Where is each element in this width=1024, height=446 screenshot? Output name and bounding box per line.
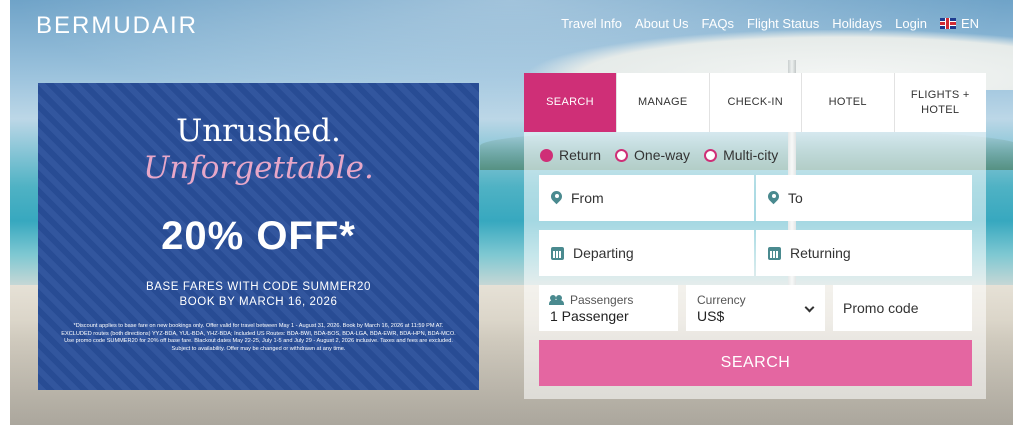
promo-code-field[interactable]: Promo code	[833, 285, 972, 331]
nav-faqs[interactable]: FAQs	[701, 16, 734, 31]
passengers-value: 1 Passenger	[550, 307, 629, 324]
language-selector[interactable]: EN	[939, 16, 979, 31]
promo-book-by: BOOK BY MARCH 16, 2026	[179, 296, 338, 308]
tab-manage[interactable]: MANAGE	[616, 73, 709, 132]
tab-check-in[interactable]: CHECK-IN	[708, 73, 802, 132]
logo[interactable]: BERMUDAIR	[36, 12, 198, 40]
uk-flag-icon	[939, 18, 956, 29]
tab-flights-hotel[interactable]: FLIGHTS + HOTEL	[893, 73, 987, 132]
booking-widget: SEARCH MANAGE CHECK-IN HOTEL FLIGHTS + H…	[524, 73, 986, 399]
departing-field[interactable]: Departing	[539, 230, 754, 276]
tab-search[interactable]: SEARCH	[524, 73, 616, 132]
from-field[interactable]: From	[539, 175, 754, 221]
radio-selected-icon	[540, 148, 553, 162]
main-nav: Travel Info About Us FAQs Flight Status …	[561, 16, 979, 31]
promo-code-placeholder: Promo code	[843, 300, 919, 316]
from-placeholder: From	[571, 190, 604, 206]
chevron-down-icon	[804, 302, 815, 313]
language-label: EN	[960, 16, 979, 31]
calendar-icon	[551, 246, 564, 260]
nav-holidays[interactable]: Holidays	[832, 16, 882, 31]
nav-travel-info[interactable]: Travel Info	[561, 16, 622, 31]
location-pin-icon	[551, 191, 562, 205]
trip-multi-city-label: Multi-city	[723, 147, 779, 163]
promo-code-text: BASE FARES WITH CODE SUMMER20 BOOK BY MA…	[38, 280, 479, 310]
hero-background: BERMUDAIR Travel Info About Us FAQs Flig…	[10, 0, 1013, 425]
passengers-icon	[549, 295, 564, 305]
promo-code-line: BASE FARES WITH CODE SUMMER20	[145, 281, 372, 293]
promo-fine-print: *Discount applies to base fare on new bo…	[61, 323, 456, 352]
currency-select[interactable]: Currency US$	[686, 285, 825, 331]
nav-about-us[interactable]: About Us	[635, 16, 688, 31]
booking-tabs: SEARCH MANAGE CHECK-IN HOTEL FLIGHTS + H…	[524, 73, 986, 132]
passengers-label: Passengers	[570, 292, 634, 307]
currency-value: US$	[697, 307, 725, 324]
currency-label: Currency	[697, 292, 746, 307]
promo-headline-1: Unrushed.	[176, 113, 341, 149]
promo-discount: 20% OFF*	[161, 214, 356, 258]
promo-banner[interactable]: Unrushed. Unforgettable. 20% OFF* BASE F…	[38, 83, 479, 390]
passengers-field[interactable]: Passengers 1 Passenger	[539, 285, 678, 331]
departing-placeholder: Departing	[573, 245, 634, 261]
location-pin-icon	[768, 191, 779, 205]
to-field[interactable]: To	[756, 175, 972, 221]
to-placeholder: To	[788, 190, 803, 206]
radio-icon	[615, 148, 629, 162]
trip-return[interactable]: Return	[540, 147, 601, 163]
trip-one-way-label: One-way	[634, 147, 691, 163]
trip-type-group: Return One-way Multi-city	[540, 147, 778, 163]
trip-return-label: Return	[559, 147, 602, 163]
nav-login[interactable]: Login	[895, 16, 927, 31]
radio-icon	[704, 148, 718, 162]
trip-multi-city[interactable]: Multi-city	[704, 147, 778, 163]
nav-flight-status[interactable]: Flight Status	[747, 16, 819, 31]
tab-hotel[interactable]: HOTEL	[801, 73, 894, 132]
promo-headline-2: Unforgettable.	[143, 150, 374, 186]
calendar-icon	[768, 246, 781, 260]
search-button[interactable]: SEARCH	[539, 340, 972, 386]
trip-one-way[interactable]: One-way	[615, 147, 690, 163]
tab-flights-hotel-label: FLIGHTS + HOTEL	[910, 88, 970, 116]
returning-placeholder: Returning	[790, 245, 851, 261]
returning-field[interactable]: Returning	[756, 230, 972, 276]
